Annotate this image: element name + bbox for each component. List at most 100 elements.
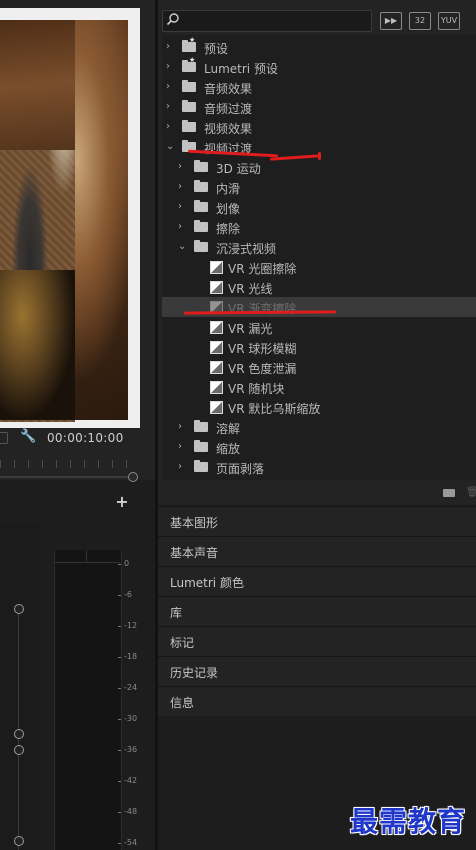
effects-tree-item[interactable]: › 视频效果 [162, 117, 476, 137]
db-tick [118, 688, 121, 689]
effects-tree-label: 页面剥落 [216, 462, 265, 476]
chevron-right-icon[interactable]: › [178, 220, 188, 234]
wrench-icon[interactable]: 🔧 [20, 430, 36, 444]
preset-folder-icon [182, 36, 196, 52]
effects-tree-item[interactable]: › 页面剥落 [162, 457, 476, 477]
effects-tree-item[interactable]: › 音频效果 [162, 77, 476, 97]
effects-tree-item[interactable]: ⌄ 沉浸式视频 [162, 237, 476, 257]
folder-icon [194, 160, 208, 172]
db-tick [118, 750, 121, 751]
new-bin-icon[interactable] [443, 489, 455, 497]
chevron-right-icon[interactable]: › [166, 60, 176, 74]
folder-icon [194, 420, 208, 432]
panel-tab[interactable]: 信息 [158, 686, 476, 716]
effects-tree-item[interactable]: › 划像 [162, 197, 476, 217]
accelerated-effects-icon[interactable]: ▶▶ [380, 12, 402, 30]
transition-effect-icon [210, 361, 223, 374]
chevron-down-icon[interactable]: ⌄ [178, 240, 188, 254]
chevron-right-icon[interactable]: › [166, 80, 176, 94]
db-tick [118, 781, 121, 782]
effects-tree-item[interactable]: › 音频过渡 [162, 97, 476, 117]
effects-tree-label: VR 漏光 [228, 322, 273, 336]
monitor-settings-toggle[interactable] [0, 432, 8, 444]
chevron-right-icon[interactable]: › [166, 120, 176, 134]
chevron-right-icon[interactable]: › [178, 460, 188, 474]
effects-tree-item[interactable]: › Lumetri 预设 [162, 56, 476, 77]
effects-tree-label: VR 渐变擦除 [228, 302, 297, 316]
effects-tree-item[interactable]: VR 光线 [162, 277, 476, 297]
db-label: -18 [124, 652, 138, 661]
db-tick [118, 812, 121, 813]
effects-tree-label: 内滑 [216, 182, 241, 196]
program-preview-image [0, 20, 128, 422]
chevron-right-icon[interactable]: › [166, 40, 176, 54]
db-tick [118, 626, 121, 627]
preview-photo-top [0, 20, 75, 150]
trash-icon[interactable]: 🗑 [466, 488, 476, 498]
keyframe-knob[interactable] [14, 836, 24, 846]
panel-tab-label: Lumetri 颜色 [170, 576, 244, 590]
keyframe-knob[interactable] [14, 604, 24, 614]
effects-tree-label: VR 光圈擦除 [228, 262, 297, 276]
transition-effect-icon [210, 381, 223, 394]
scrub-bar[interactable] [0, 476, 132, 478]
effects-tree-item[interactable]: › 3D 运动 [162, 157, 476, 177]
transition-effect-icon [210, 261, 223, 274]
chevron-right-icon[interactable]: › [178, 440, 188, 454]
chevron-down-icon[interactable]: ⌄ [166, 140, 176, 154]
panel-tab[interactable]: 基本图形 [158, 506, 476, 536]
annotation-underline [318, 152, 321, 160]
effects-tree-item[interactable]: VR 光圈擦除 [162, 257, 476, 277]
chevron-right-icon[interactable]: › [166, 100, 176, 114]
effects-tree-item[interactable]: › 预设 [162, 36, 476, 57]
db-tick [118, 595, 121, 596]
playhead-handle[interactable] [128, 472, 138, 482]
db-label: -24 [124, 683, 138, 692]
yuv-effects-icon[interactable]: YUV [438, 12, 460, 30]
chevron-right-icon[interactable]: › [178, 200, 188, 214]
playhead-timecode[interactable]: 00:00:10:00 [47, 431, 124, 445]
effects-tree-item[interactable]: VR 默比乌斯缩放 [162, 397, 476, 417]
db-label: -12 [124, 621, 138, 630]
effects-tree-label: VR 随机块 [228, 382, 285, 396]
folder-icon [182, 80, 196, 92]
panel-tab-label: 基本声音 [170, 546, 219, 560]
search-icon [166, 12, 180, 26]
db-tick [118, 843, 121, 844]
effects-panel-footer [158, 480, 476, 505]
panel-tab[interactable]: 基本声音 [158, 536, 476, 566]
effects-tree-item[interactable]: › 缩放 [162, 437, 476, 457]
effects-tree-item[interactable]: VR 随机块 [162, 377, 476, 397]
timeline-ruler [0, 460, 130, 468]
panel-tab[interactable]: 库 [158, 596, 476, 626]
chevron-right-icon[interactable]: › [178, 180, 188, 194]
effects-tree-item[interactable]: › 溶解 [162, 417, 476, 437]
folder-icon [194, 220, 208, 232]
panel-tab[interactable]: Lumetri 颜色 [158, 566, 476, 596]
chevron-right-icon[interactable]: › [178, 160, 188, 174]
folder-icon [194, 440, 208, 452]
effects-tree-label: 划像 [216, 202, 241, 216]
db-label: -30 [124, 714, 138, 723]
32-bit-color-icon[interactable]: 32 [409, 12, 431, 30]
folder-icon [194, 460, 208, 472]
transition-effect-icon [210, 341, 223, 354]
effects-tree-label: 沉浸式视频 [216, 242, 277, 256]
keyframe-knob[interactable] [14, 729, 24, 739]
effects-tree-label: 擦除 [216, 222, 241, 236]
effects-tree-item[interactable]: VR 漏光 [162, 317, 476, 337]
panel-tab[interactable]: 标记 [158, 626, 476, 656]
search-input[interactable] [162, 10, 372, 32]
effects-tree-item[interactable]: › 内滑 [162, 177, 476, 197]
effects-tree-item[interactable]: VR 色度泄漏 [162, 357, 476, 377]
panel-tab[interactable]: 历史记录 [158, 656, 476, 686]
db-label: -42 [124, 776, 138, 785]
effects-tree-label: 视频效果 [204, 122, 253, 136]
effects-tree-label: VR 色度泄漏 [228, 362, 297, 376]
effects-tree-item[interactable]: VR 球形模糊 [162, 337, 476, 357]
effects-tree-item[interactable]: › 擦除 [162, 217, 476, 237]
add-button[interactable]: + [114, 494, 130, 510]
chevron-right-icon[interactable]: › [178, 420, 188, 434]
keyframe-knob[interactable] [14, 745, 24, 755]
audio-meter-header [54, 550, 120, 563]
